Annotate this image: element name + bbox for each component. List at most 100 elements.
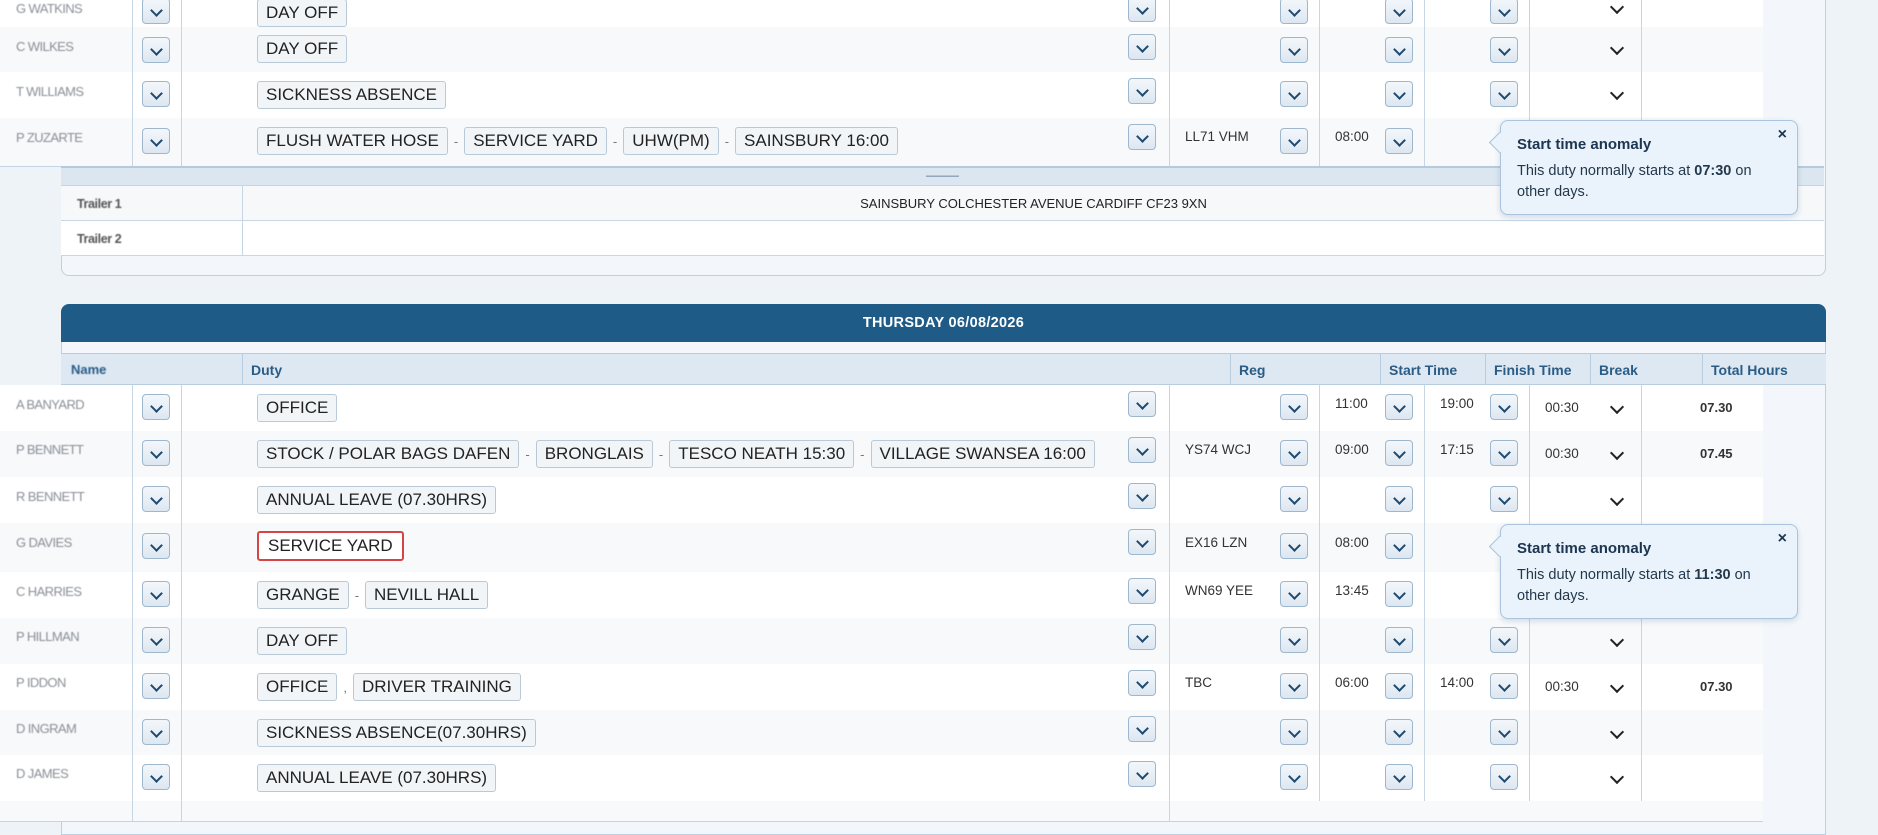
duty-chip[interactable]: OFFICE [257, 394, 338, 422]
duty-chip[interactable]: STOCK / POLAR BAGS DAFEN [257, 440, 520, 468]
duty-dropdown-button[interactable] [1128, 34, 1156, 60]
column-header-finish-time[interactable]: Finish Time [1494, 362, 1572, 378]
start-time-dropdown-button[interactable] [1385, 394, 1413, 420]
column-header-duty[interactable]: Duty [251, 362, 282, 378]
start-time-dropdown-button[interactable] [1385, 533, 1413, 559]
duty-chip[interactable]: OFFICE [257, 673, 338, 701]
duty-dropdown-button[interactable] [1128, 0, 1156, 22]
name-dropdown-button[interactable] [142, 627, 170, 653]
duty-chip[interactable]: DRIVER TRAINING [352, 673, 521, 701]
duty-chip-highlighted[interactable]: SERVICE YARD [257, 531, 404, 561]
start-time-dropdown-button[interactable] [1385, 627, 1413, 653]
duty-chip[interactable]: UHW(PM) [623, 127, 719, 155]
duty-dropdown-button[interactable] [1128, 670, 1156, 696]
table-row: P BENNETT STOCK / POLAR BAGS DAFEN - BRO… [0, 431, 1763, 478]
duty-chip[interactable]: ANNUAL LEAVE (07.30HRS) [257, 486, 497, 514]
reg-dropdown-button[interactable] [1280, 673, 1308, 699]
finish-time-dropdown-button[interactable] [1490, 764, 1518, 790]
name-dropdown-button[interactable] [142, 394, 170, 420]
column-header-total-hours[interactable]: Total Hours [1711, 362, 1788, 378]
finish-time-dropdown-button[interactable] [1490, 673, 1518, 699]
duty-dropdown-button[interactable] [1128, 391, 1156, 417]
reg-dropdown-button[interactable] [1280, 627, 1308, 653]
finish-time-dropdown-button[interactable] [1490, 486, 1518, 512]
total-hours-value: 07.30 [1700, 679, 1733, 694]
duty-chip[interactable]: BRONGLAIS [535, 440, 653, 468]
column-header-break[interactable]: Break [1599, 362, 1638, 378]
duty-dropdown-button[interactable] [1128, 761, 1156, 787]
duty-chip[interactable]: VILLAGE SWANSEA 16:00 [870, 440, 1095, 468]
column-header-name[interactable]: Name [71, 362, 106, 377]
start-time-dropdown-button[interactable] [1385, 440, 1413, 466]
reg-dropdown-button[interactable] [1280, 719, 1308, 745]
duty-dropdown-button[interactable] [1128, 529, 1156, 555]
reg-dropdown-button[interactable] [1280, 440, 1308, 466]
start-time-dropdown-button[interactable] [1385, 81, 1413, 107]
duty-chip[interactable]: NEVILL HALL [365, 581, 489, 609]
name-dropdown-button[interactable] [142, 440, 170, 466]
duty-chip[interactable]: SERVICE YARD [464, 127, 607, 155]
duty-chip[interactable]: SICKNESS ABSENCE(07.30HRS) [257, 719, 536, 747]
finish-time-dropdown-button[interactable] [1490, 440, 1518, 466]
finish-time-dropdown-button[interactable] [1490, 719, 1518, 745]
start-time-dropdown-button[interactable] [1385, 128, 1413, 154]
duty-chip[interactable]: ANNUAL LEAVE (07.30HRS) [257, 764, 497, 792]
duty-chip[interactable]: SAINSBURY 16:00 [735, 127, 898, 155]
break-value[interactable]: 00:30 [1545, 400, 1579, 415]
finish-time-dropdown-button[interactable] [1490, 394, 1518, 420]
start-time-dropdown-button[interactable] [1385, 0, 1413, 24]
reg-dropdown-button[interactable] [1280, 81, 1308, 107]
start-time-dropdown-button[interactable] [1385, 719, 1413, 745]
duty-chip[interactable]: SICKNESS ABSENCE [257, 81, 447, 109]
finish-time-dropdown-button[interactable] [1490, 37, 1518, 63]
duty-chip[interactable]: TESCO NEATH 15:30 [669, 440, 855, 468]
duty-dropdown-button[interactable] [1128, 124, 1156, 150]
column-header-start-time[interactable]: Start Time [1389, 362, 1457, 378]
reg-dropdown-button[interactable] [1280, 128, 1308, 154]
start-time-dropdown-button[interactable] [1385, 764, 1413, 790]
duty-dropdown-button[interactable] [1128, 78, 1156, 104]
duty-dropdown-button[interactable] [1128, 483, 1156, 509]
duty-dropdown-button[interactable] [1128, 716, 1156, 742]
name-dropdown-button[interactable] [142, 764, 170, 790]
start-time-dropdown-button[interactable] [1385, 486, 1413, 512]
column-header-reg[interactable]: Reg [1239, 362, 1265, 378]
name-dropdown-button[interactable] [142, 81, 170, 107]
close-icon[interactable]: × [1778, 530, 1787, 548]
break-value[interactable]: 00:30 [1545, 446, 1579, 461]
reg-dropdown-button[interactable] [1280, 764, 1308, 790]
name-dropdown-button[interactable] [142, 0, 170, 24]
duty-chip[interactable]: DAY OFF [257, 627, 348, 655]
duty-chip[interactable]: DAY OFF [257, 0, 348, 27]
start-time-dropdown-button[interactable] [1385, 673, 1413, 699]
name-dropdown-button[interactable] [142, 486, 170, 512]
duty-chip[interactable]: GRANGE [257, 581, 349, 609]
name-dropdown-button[interactable] [142, 533, 170, 559]
start-time-dropdown-button[interactable] [1385, 37, 1413, 63]
duty-dropdown-button[interactable] [1128, 578, 1156, 604]
reg-dropdown-button[interactable] [1280, 533, 1308, 559]
duty-dropdown-button[interactable] [1128, 624, 1156, 650]
reg-dropdown-button[interactable] [1280, 37, 1308, 63]
start-time-dropdown-button[interactable] [1385, 581, 1413, 607]
name-dropdown-button[interactable] [142, 719, 170, 745]
total-hours-value: 07.30 [1700, 400, 1733, 415]
name-dropdown-button[interactable] [142, 673, 170, 699]
duty-dropdown-button[interactable] [1128, 437, 1156, 463]
reg-dropdown-button[interactable] [1280, 394, 1308, 420]
reg-dropdown-button[interactable] [1280, 0, 1308, 24]
duty-chip[interactable]: FLUSH WATER HOSE [257, 127, 448, 155]
reg-dropdown-button[interactable] [1280, 581, 1308, 607]
finish-time-dropdown-button[interactable] [1490, 0, 1518, 24]
reg-dropdown-button[interactable] [1280, 486, 1308, 512]
break-value[interactable]: 00:30 [1545, 679, 1579, 694]
employee-name: T WILLIAMS [16, 84, 84, 99]
finish-time-dropdown-button[interactable] [1490, 81, 1518, 107]
duty-separator: - [612, 133, 618, 149]
close-icon[interactable]: × [1778, 126, 1787, 144]
finish-time-dropdown-button[interactable] [1490, 627, 1518, 653]
name-dropdown-button[interactable] [142, 581, 170, 607]
name-dropdown-button[interactable] [142, 37, 170, 63]
duty-chip[interactable]: DAY OFF [257, 35, 348, 63]
name-dropdown-button[interactable] [142, 128, 170, 154]
